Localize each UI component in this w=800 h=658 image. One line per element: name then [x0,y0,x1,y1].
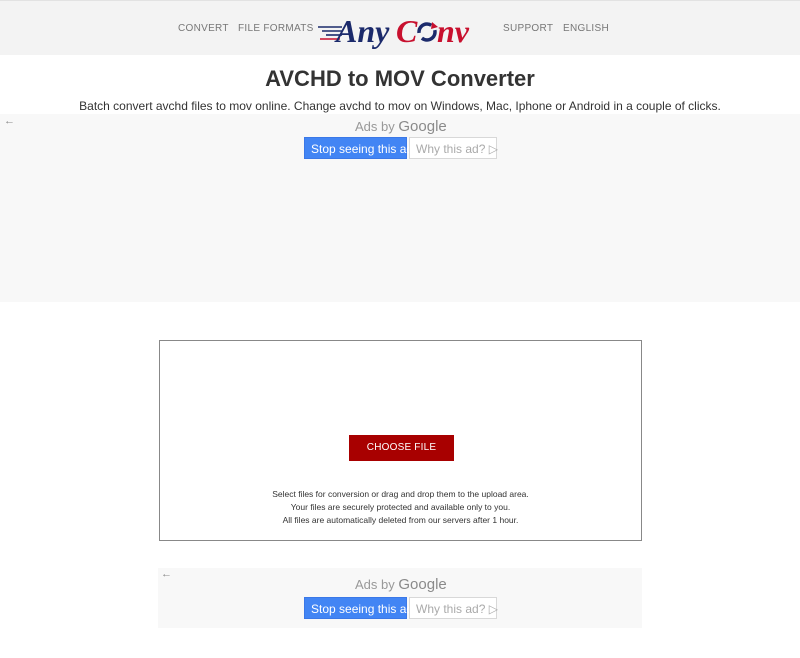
logo-text-any: Any [334,13,390,49]
nav-file-formats[interactable]: FILE FORMATS [238,23,314,34]
page-title: AVCHD to MOV Converter [265,66,535,91]
logo-text-c: C [396,13,418,49]
page-subtitle: Batch convert avchd files to mov online.… [79,99,721,113]
nav-convert[interactable]: CONVERT [178,23,229,34]
nav-language[interactable]: ENGLISH [563,23,609,34]
logo-cycle-icon [417,22,438,42]
upload-drop-zone[interactable]: CHOOSE FILE Select files for conversion … [159,340,642,541]
ads-by-google-label: Ads by Google [355,576,447,593]
why-this-ad-label: Why this ad? [416,602,486,616]
nav-support[interactable]: SUPPORT [503,23,553,34]
play-triangle-icon: ▷ [488,602,498,616]
ads-by-google-label: Ads by Google [355,118,447,135]
ads-by-text: Ads by [355,119,395,134]
why-this-ad-button[interactable]: Why this ad? ▷ [409,597,498,619]
google-wordmark: Google [398,576,447,593]
ad-banner-top: ← Ads by Google Stop seeing this ad Why … [0,114,800,302]
choose-file-button[interactable]: CHOOSE FILE [349,435,454,461]
back-arrow-icon[interactable]: ← [4,115,15,127]
stop-seeing-ad-button[interactable]: Stop seeing this ad [304,597,413,619]
top-navigation-bar: CONVERT FILE FORMATS Any C nv SUPPORT EN… [0,0,800,55]
logo-text-nv: nv [437,13,470,49]
upload-note-deletion: All files are automatically deleted from… [282,515,519,525]
stop-seeing-ad-button[interactable]: Stop seeing this ad [304,137,413,159]
back-arrow-icon[interactable]: ← [161,568,172,580]
upload-note-security: Your files are securely protected and av… [290,502,511,512]
why-this-ad-button[interactable]: Why this ad? ▷ [409,137,498,159]
ads-by-text: Ads by [355,577,395,592]
play-triangle-icon: ▷ [488,142,498,156]
anyconv-logo[interactable]: Any C nv [318,9,480,49]
ad-banner-bottom: ← Ads by Google Stop seeing this ad Why … [158,568,642,628]
upload-note-select: Select files for conversion or drag and … [272,489,529,499]
google-wordmark: Google [398,118,447,135]
why-this-ad-label: Why this ad? [416,142,486,156]
